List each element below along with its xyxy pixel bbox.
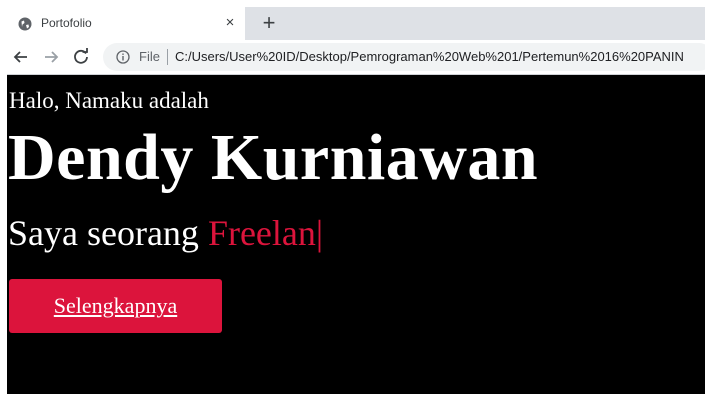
- hero-name: Dendy Kurniawan: [8, 121, 539, 194]
- tab-portofolio[interactable]: Portofolio ×: [7, 7, 245, 40]
- greeting-text: Halo, Namaku adalah: [9, 88, 209, 113]
- tab-strip: Portofolio × +: [7, 7, 705, 40]
- address-divider: [167, 49, 168, 65]
- selengkapnya-button[interactable]: Selengkapnya: [9, 279, 222, 333]
- new-tab-icon[interactable]: +: [258, 12, 280, 34]
- address-bar[interactable]: File C:/Users/User%20ID/Desktop/Pemrogra…: [103, 43, 705, 71]
- typed-role: Freelan: [207, 213, 316, 253]
- url-text[interactable]: C:/Users/User%20ID/Desktop/Pemrograman%2…: [175, 49, 684, 64]
- scheme-label: File: [139, 49, 160, 64]
- browser-window: Portofolio × + File C:/Users/User%20ID/D…: [7, 7, 705, 394]
- info-icon[interactable]: [116, 50, 130, 64]
- close-tab-icon[interactable]: ×: [221, 14, 239, 32]
- tab-title: Portofolio: [41, 16, 92, 30]
- forward-arrow-icon[interactable]: [40, 46, 62, 68]
- globe-icon: [18, 17, 32, 31]
- typing-caret: |: [315, 213, 324, 253]
- browser-toolbar: File C:/Users/User%20ID/Desktop/Pemrogra…: [7, 40, 705, 75]
- selengkapnya-link[interactable]: Selengkapnya: [54, 293, 177, 319]
- role-prefix: Saya seorang: [8, 213, 208, 253]
- role-line: Saya seorang Freelan|: [8, 215, 323, 251]
- back-arrow-icon[interactable]: [10, 46, 32, 68]
- reload-icon[interactable]: [70, 46, 92, 68]
- page-content: Halo, Namaku adalah Dendy Kurniawan Saya…: [7, 75, 705, 394]
